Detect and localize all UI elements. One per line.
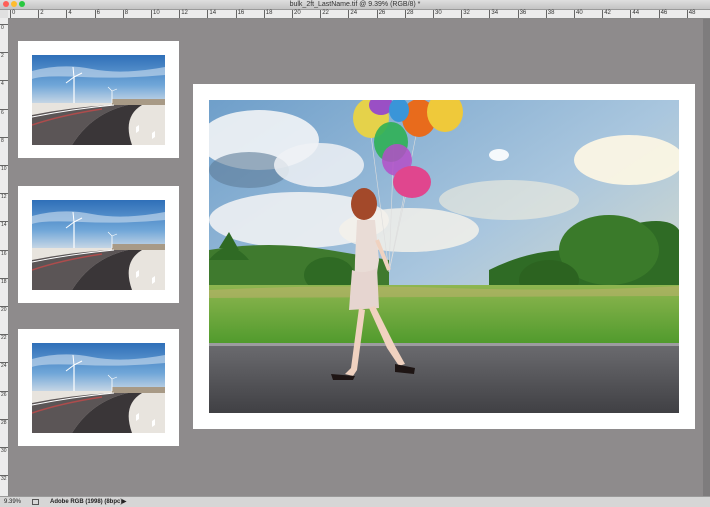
ruler-tick-label: 28: [406, 10, 414, 16]
ruler-tick-label: 48: [688, 10, 696, 16]
ruler-tick-label: 40: [576, 10, 583, 16]
ruler-tick: [94, 10, 96, 18]
ruler-tick: [489, 10, 491, 18]
ruler-tick-label: 6: [96, 10, 100, 16]
ruler-tick-label: 14: [1, 222, 7, 229]
ruler-tick-label: 34: [491, 10, 499, 16]
ruler-tick-label: 46: [660, 10, 668, 16]
ruler-tick: [348, 10, 350, 18]
ruler-tick-label: 24: [350, 10, 358, 16]
ruler-tick: [10, 10, 11, 18]
document-title: bulk_2ft_LastName.tif @ 9.39% (RGB/8) *: [289, 1, 421, 8]
ruler-tick: [320, 10, 322, 18]
horizontal-ruler[interactable]: 0 2 4 6 8 10 12 14 16 18 20 22 24 26 28 30 32 34 36 38 40 42 4…: [8, 10, 710, 19]
ruler-tick-label: 42: [604, 10, 611, 16]
status-bar: 9.39% Adobe RGB (1998) (8bpc) ▶: [0, 496, 710, 507]
ruler-tick-label: 36: [519, 10, 527, 16]
ruler-tick: [207, 10, 209, 18]
windmill-road-photo[interactable]: [32, 200, 165, 290]
ruler-tick-label: 12: [181, 10, 188, 16]
ruler-tick-label: 22: [322, 10, 329, 16]
ruler-tick: [263, 10, 265, 18]
ruler-tick-label: 8: [1, 137, 4, 144]
ruler-tick: [602, 10, 604, 18]
ruler-tick-label: 2: [1, 53, 4, 60]
ruler-tick-label: 44: [632, 10, 640, 16]
ruler-tick-label: 2: [40, 10, 44, 16]
ruler-tick-label: 18: [1, 278, 7, 285]
ruler-tick-label: 8: [124, 10, 129, 16]
ruler-tick-label: 10: [153, 10, 160, 16]
ruler-tick: [38, 10, 40, 18]
ruler-tick: [630, 10, 632, 18]
title-bar[interactable]: bulk_2ft_LastName.tif @ 9.39% (RGB/8) *: [0, 0, 710, 10]
windmill-road-photo[interactable]: [32, 343, 165, 433]
ruler-tick: [433, 10, 434, 18]
ruler-tick-label: 22: [1, 335, 7, 342]
ruler-tick-label: 32: [463, 10, 470, 16]
ruler-tick: [66, 10, 68, 18]
ruler-tick-label: 18: [265, 10, 273, 16]
ruler-tick-label: 30: [435, 10, 442, 16]
ruler-tick: [574, 10, 575, 18]
vertical-scrollbar[interactable]: [703, 19, 710, 496]
ruler-tick-label: 0: [12, 10, 16, 16]
ruler-tick-label: 16: [1, 250, 7, 257]
ruler-tick-label: 10: [1, 166, 7, 172]
ruler-tick-label: 20: [1, 307, 7, 313]
ruler-tick-label: 6: [1, 109, 4, 116]
ruler-tick: [545, 10, 547, 18]
windmill-road-photo[interactable]: [32, 55, 165, 145]
main-print-card[interactable]: [193, 84, 695, 429]
thumbnail-card[interactable]: [18, 186, 179, 303]
ruler-tick: [658, 10, 660, 18]
ruler-tick-label: 0: [1, 25, 4, 31]
ruler-tick: [376, 10, 378, 18]
ruler-tick: [235, 10, 237, 18]
ruler-tick: [404, 10, 406, 18]
export-icon[interactable]: [32, 499, 39, 505]
ruler-tick: [151, 10, 152, 18]
ruler-tick-label: 38: [547, 10, 555, 16]
ruler-tick-label: 12: [1, 194, 7, 201]
photoshop-document-window: bulk_2ft_LastName.tif @ 9.39% (RGB/8) * …: [0, 0, 710, 507]
ruler-tick-label: 14: [209, 10, 217, 16]
ruler-tick-label: 4: [1, 81, 4, 88]
ruler-tick-label: 26: [378, 10, 386, 16]
vertical-ruler[interactable]: 0 2 4 6 8 10 12 14 16 18 20 22 24 26 28 30 32: [0, 18, 9, 496]
thumbnail-card[interactable]: [18, 329, 179, 446]
ruler-tick: [686, 10, 688, 18]
ruler-tick: [292, 10, 293, 18]
ruler-tick-label: 30: [1, 448, 7, 454]
ruler-tick: [179, 10, 181, 18]
ruler-tick-label: 28: [1, 419, 7, 426]
ruler-tick: [122, 10, 124, 18]
thumbnail-card[interactable]: [18, 41, 179, 158]
ruler-tick: [461, 10, 463, 18]
ruler-tick-label: 26: [1, 391, 7, 398]
ruler-tick-label: 32: [1, 476, 7, 483]
ruler-tick-label: 4: [68, 10, 72, 16]
girl-with-balloons-photo[interactable]: [209, 100, 679, 413]
ruler-tick-label: 24: [1, 363, 7, 370]
ruler-tick: [517, 10, 519, 18]
ruler-tick-label: 20: [294, 10, 301, 16]
ruler-tick-label: 16: [237, 10, 245, 16]
